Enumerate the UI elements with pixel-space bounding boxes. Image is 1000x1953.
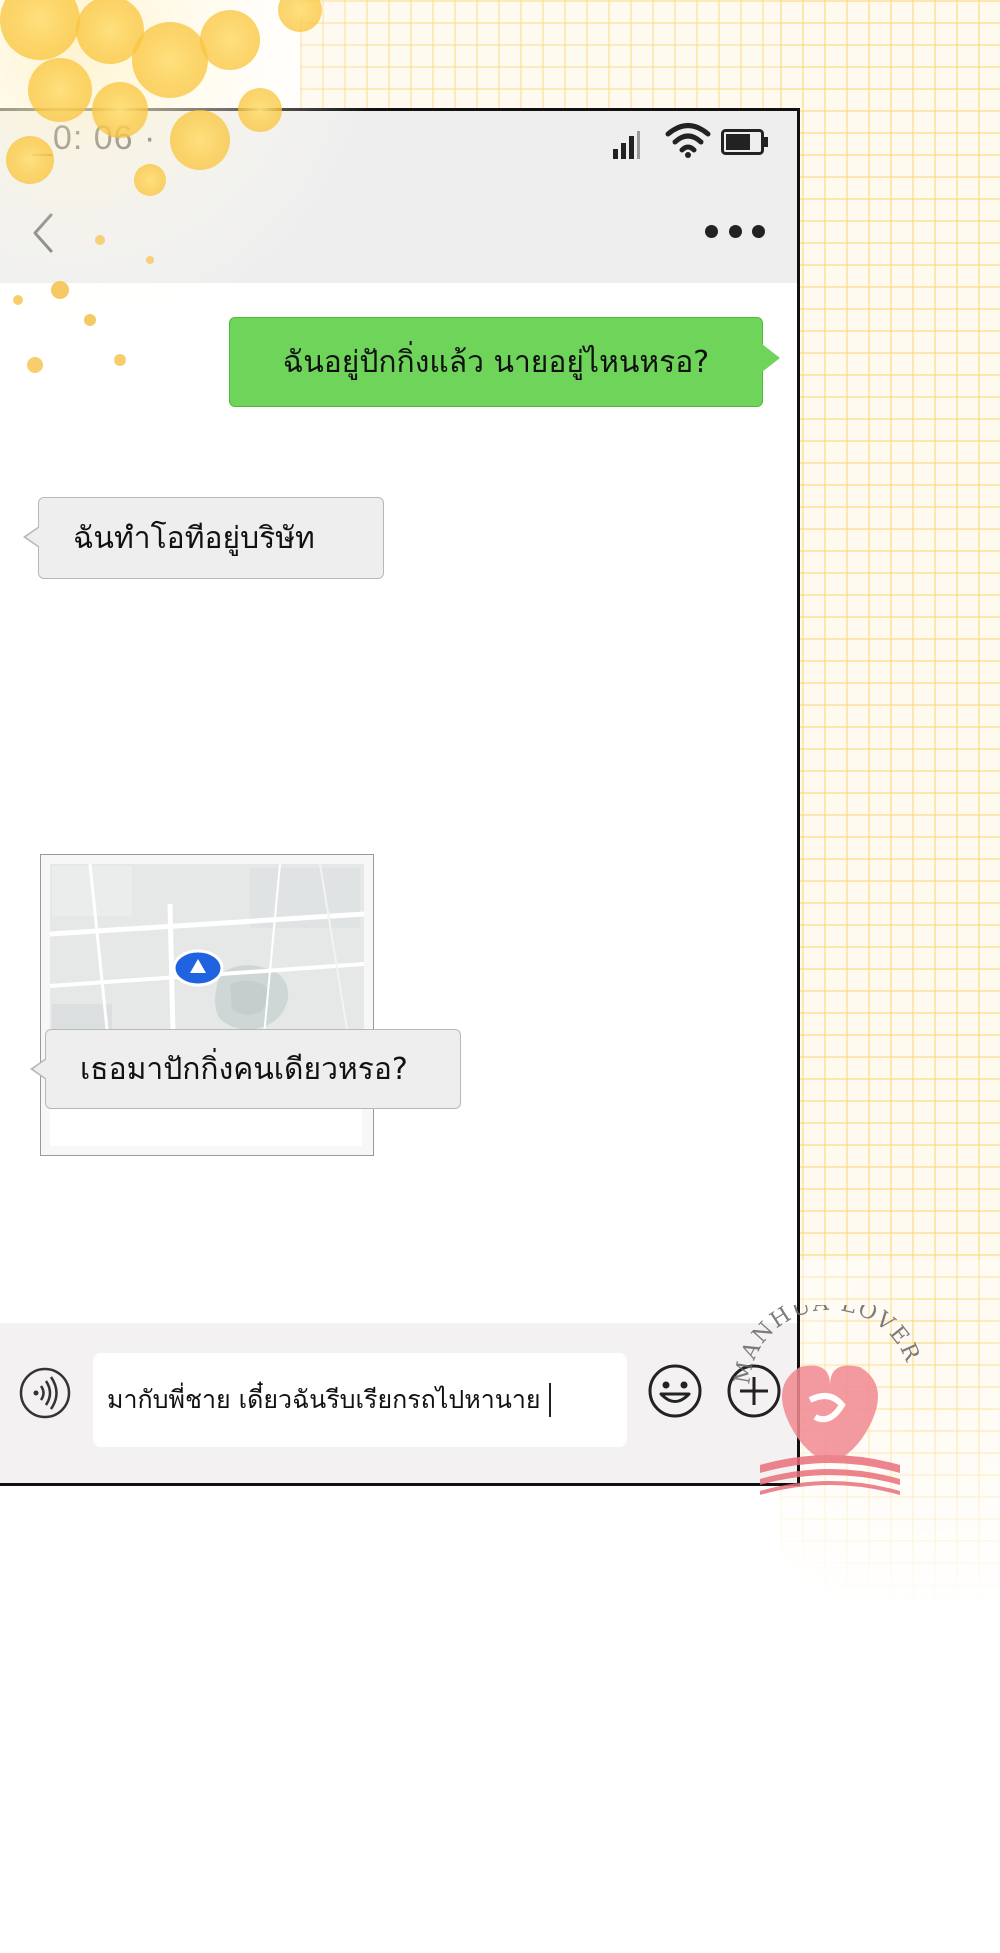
message-incoming[interactable]: ฉันทำโอทีอยู่บริษัท (23, 497, 384, 579)
grid-background-top (300, 0, 800, 115)
text-caret (548, 1383, 551, 1417)
voice-icon[interactable] (19, 1367, 71, 1419)
input-bar: มากับพี่ชาย เดี๋ยวฉันรีบเรียกรถไปหานาย (0, 1323, 797, 1483)
message-outgoing[interactable]: ฉันอยู่ปักกิ่งแล้ว นายอยู่ไหนหรอ? (229, 317, 780, 407)
chat-area: ฉันอยู่ปักกิ่งแล้ว นายอยู่ไหนหรอ? ฉันทำโ… (0, 283, 797, 1313)
plus-icon[interactable] (726, 1363, 782, 1419)
location-pin-icon (172, 949, 224, 987)
message-input-value: มากับพี่ชาย เดี๋ยวฉันรีบเรียกรถไปหานาย (107, 1385, 541, 1414)
signal-icon (613, 131, 640, 159)
message-input[interactable]: มากับพี่ชาย เดี๋ยวฉันรีบเรียกรถไปหานาย (93, 1353, 627, 1447)
phone-frame: _0: 06 · ฉันอยู่ปักกิ่งแล้ว นายอยู่ไหนหร… (0, 108, 800, 1486)
status-time: _0: 06 · (33, 119, 157, 157)
emoji-icon[interactable] (647, 1363, 703, 1419)
message-incoming[interactable]: เธอมาปักกิ่งคนเดียวหรอ? (30, 1029, 461, 1109)
nav-bar (0, 181, 797, 283)
dot (752, 224, 765, 238)
page: _0: 06 · ฉันอยู่ปักกิ่งแล้ว นายอยู่ไหนหร… (0, 0, 1000, 1953)
message-text: เธอมาปักกิ่งคนเดียวหรอ? (80, 1051, 408, 1087)
more-dots-icon[interactable] (705, 211, 765, 251)
message-text: ฉันทำโอทีอยู่บริษัท (73, 520, 315, 556)
status-bar: _0: 06 · (0, 111, 797, 181)
wifi-icon (665, 123, 711, 158)
message-text: ฉันอยู่ปักกิ่งแล้ว นายอยู่ไหนหรอ? (282, 344, 710, 380)
dot (705, 224, 718, 238)
chevron-left-icon[interactable] (23, 205, 63, 261)
battery-icon (721, 129, 768, 155)
dot (728, 224, 742, 238)
location-message[interactable] (40, 854, 374, 1156)
